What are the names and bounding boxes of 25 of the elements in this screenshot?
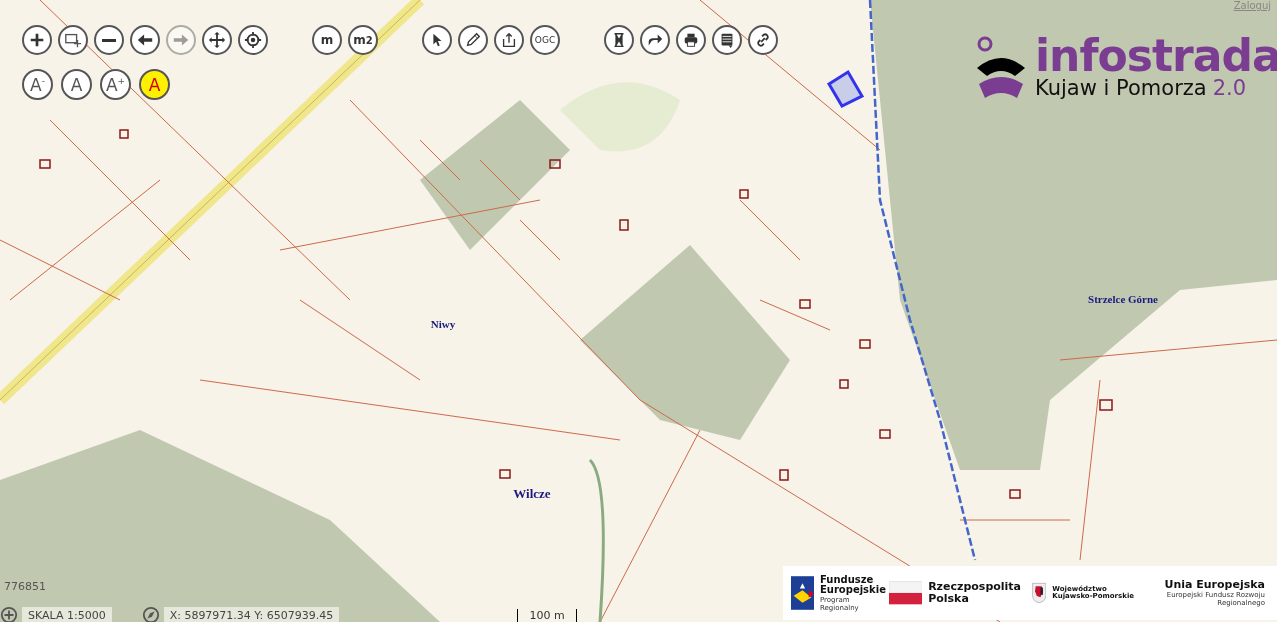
logo-version: 2.0 bbox=[1212, 76, 1247, 100]
zoom-box-icon bbox=[64, 31, 82, 49]
plus-circle-icon[interactable] bbox=[0, 606, 18, 622]
locate-icon bbox=[244, 31, 262, 49]
share-icon bbox=[500, 31, 518, 49]
place-label: Strzelce Górne bbox=[1088, 293, 1158, 305]
minus-icon bbox=[102, 38, 116, 42]
link-icon bbox=[754, 31, 772, 49]
pencil-icon bbox=[464, 31, 482, 49]
place-label: Wilcze bbox=[513, 486, 551, 501]
print-icon bbox=[682, 31, 700, 49]
move-icon bbox=[208, 31, 226, 49]
funds-logo-icon bbox=[791, 574, 814, 612]
logo-title: Unia Europejska bbox=[1163, 579, 1265, 591]
logo-title: Fundusze Europejskie bbox=[820, 574, 887, 596]
scale-bar: 100 m bbox=[517, 609, 577, 622]
logo-subtitle: Kujaw i Pomorza bbox=[1035, 76, 1207, 100]
place-label: Niwy bbox=[430, 318, 456, 330]
logo-icon bbox=[975, 34, 1027, 100]
map-id: 776851 bbox=[4, 580, 46, 593]
compass-icon bbox=[141, 606, 160, 622]
selected-parcel bbox=[826, 69, 865, 108]
logo-title: Rzeczpospolita Polska bbox=[928, 581, 1023, 605]
plus-icon bbox=[28, 31, 46, 49]
logo-title: infostrada bbox=[1035, 34, 1277, 78]
